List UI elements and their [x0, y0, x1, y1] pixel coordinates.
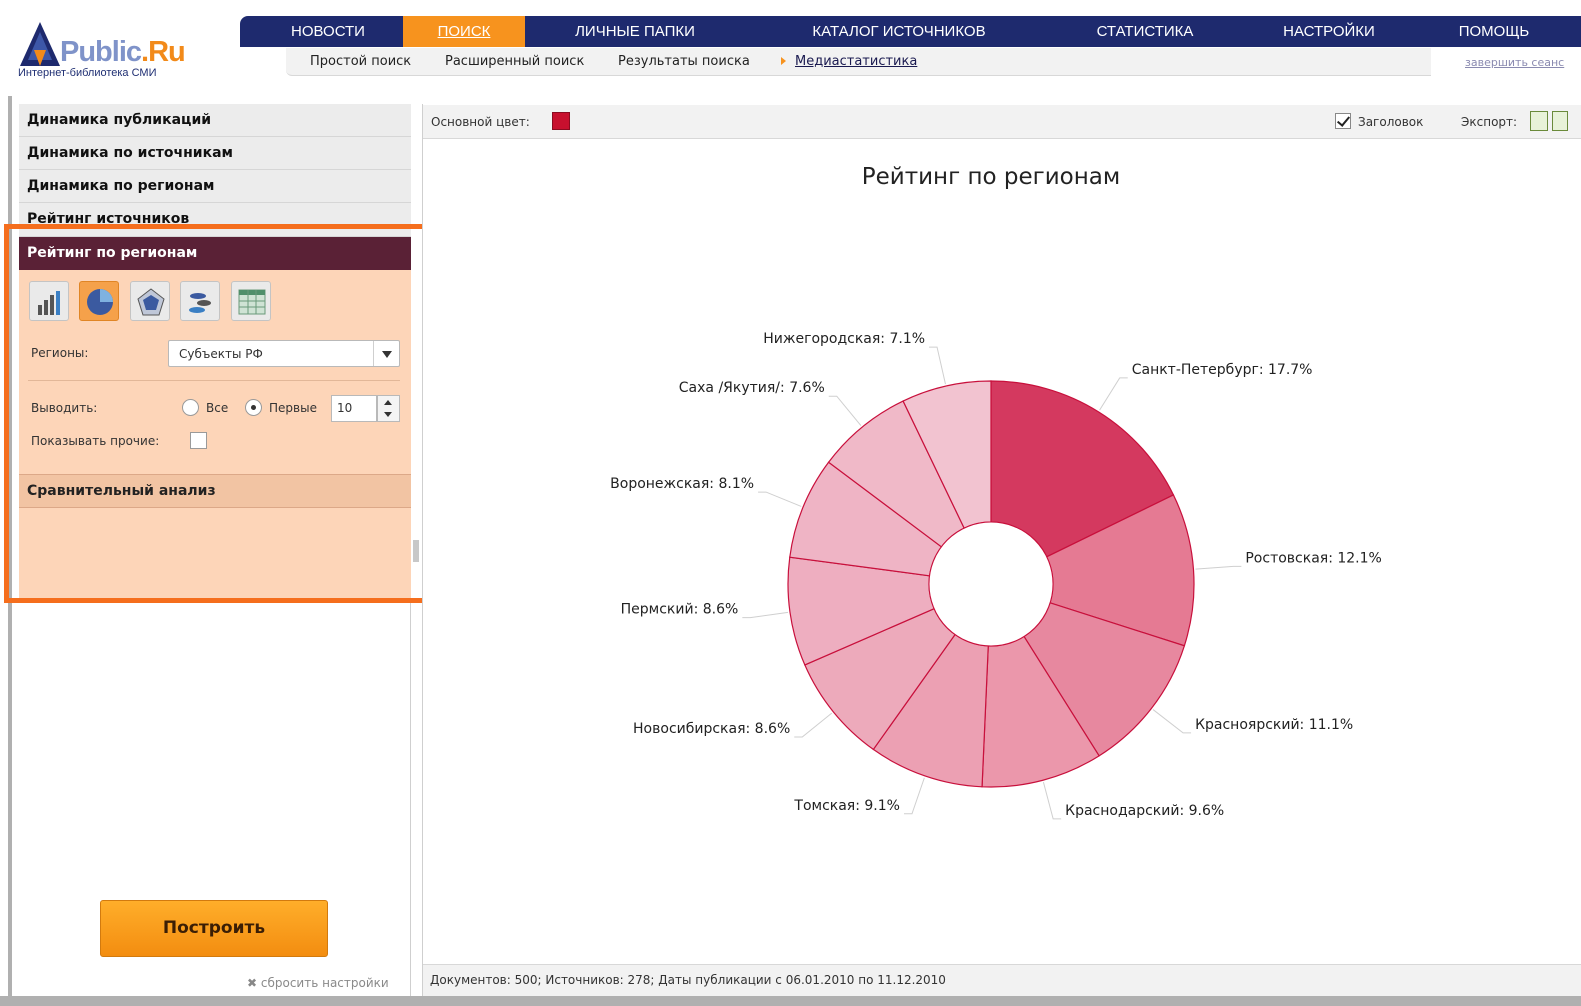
- slice-leader-line: [758, 491, 802, 507]
- slice-label: Воронежская: 8.1%: [610, 476, 754, 492]
- logo[interactable]: Public.Ru Интернет-библиотека СМИ: [18, 16, 238, 84]
- slice-leader-line: [794, 712, 833, 738]
- slice-label: Пермский: 8.6%: [621, 602, 739, 618]
- export-excel-icon[interactable]: [1552, 111, 1568, 131]
- title-checkbox[interactable]: [1335, 113, 1351, 129]
- export-label: Экспорт:: [1461, 115, 1518, 129]
- bottom-edge: [0, 996, 1581, 1006]
- main-color-swatch[interactable]: [552, 112, 570, 130]
- slice-label: Ростовская: 12.1%: [1245, 550, 1381, 566]
- top-strip: [0, 0, 1581, 8]
- slice-label: Новосибирская: 8.6%: [633, 721, 790, 737]
- subnav-advanced-search[interactable]: Расширенный поиск: [445, 54, 584, 69]
- nav-settings[interactable]: НАСТРОЙКИ: [1276, 16, 1382, 47]
- nav-search[interactable]: ПОИСК: [403, 16, 525, 47]
- nav-news[interactable]: НОВОСТИ: [280, 16, 376, 47]
- nav-help[interactable]: ПОМОЩЬ: [1452, 16, 1536, 47]
- slice-label: Санкт-Петербург: 17.7%: [1132, 362, 1313, 378]
- donut-hole: [928, 521, 1054, 647]
- reset-settings-link[interactable]: ✖ сбросить настройки: [247, 976, 389, 990]
- logout-link[interactable]: завершить сеанс: [1465, 56, 1564, 69]
- slice-leader-line: [903, 777, 925, 815]
- logo-brand: Public.Ru: [60, 36, 186, 68]
- logo-triangle-icon: [20, 22, 60, 66]
- close-icon: ✖: [247, 976, 261, 990]
- main-color-label: Основной цвет:: [431, 115, 530, 129]
- build-button[interactable]: Построить: [100, 900, 328, 957]
- slice-label: Краснодарский: 9.6%: [1065, 803, 1224, 819]
- nav-statistics[interactable]: СТАТИСТИКА: [1090, 16, 1200, 47]
- slice-leader-line: [742, 611, 789, 619]
- slice-leader-line: [1152, 709, 1192, 734]
- subnav-simple-search[interactable]: Простой поиск: [310, 54, 411, 69]
- section-publication-dynamics[interactable]: Динамика публикаций: [19, 104, 411, 137]
- logo-tagline: Интернет-библиотека СМИ: [18, 67, 157, 79]
- section-region-dynamics[interactable]: Динамика по регионам: [19, 170, 411, 203]
- current-marker-icon: [781, 57, 786, 65]
- slice-leader-line: [1195, 565, 1242, 570]
- subnav-media-statistics[interactable]: Медиастатистика: [781, 54, 917, 69]
- pie-chart: Санкт-Петербург: 17.7% Ростовская: 12.1% К…: [610, 331, 1382, 820]
- section-source-dynamics[interactable]: Динамика по источникам: [19, 137, 411, 170]
- sub-nav: Простой поиск Расширенный поиск Результа…: [286, 48, 1431, 76]
- highlight-frame: [4, 224, 428, 603]
- slice-leader-line: [929, 346, 946, 385]
- chart-title: Рейтинг по регионам: [861, 164, 1121, 190]
- slice-label: Красноярский: 11.1%: [1195, 717, 1353, 733]
- slice-label: Нижегородская: 7.1%: [763, 331, 925, 347]
- status-text: Документов: 500; Источников: 278; Даты п…: [430, 973, 946, 987]
- slice-label: Томская: 9.1%: [793, 798, 900, 814]
- title-checkbox-label: Заголовок: [1358, 115, 1424, 129]
- nav-personal-folders[interactable]: ЛИЧНЫЕ ПАПКИ: [565, 16, 705, 47]
- slice-leader-line: [1042, 782, 1062, 820]
- nav-source-catalog[interactable]: КАТАЛОГ ИСТОЧНИКОВ: [805, 16, 993, 47]
- slice-leader-line: [828, 395, 862, 426]
- export-image-icon[interactable]: [1530, 111, 1548, 131]
- subnav-search-results[interactable]: Результаты поиска: [618, 54, 750, 69]
- slice-label: Саха /Якутия/: 7.6%: [679, 380, 825, 396]
- main-nav: НОВОСТИ ПОИСК ЛИЧНЫЕ ПАПКИ КАТАЛОГ ИСТОЧ…: [240, 16, 1581, 47]
- slice-leader-line: [1099, 377, 1128, 411]
